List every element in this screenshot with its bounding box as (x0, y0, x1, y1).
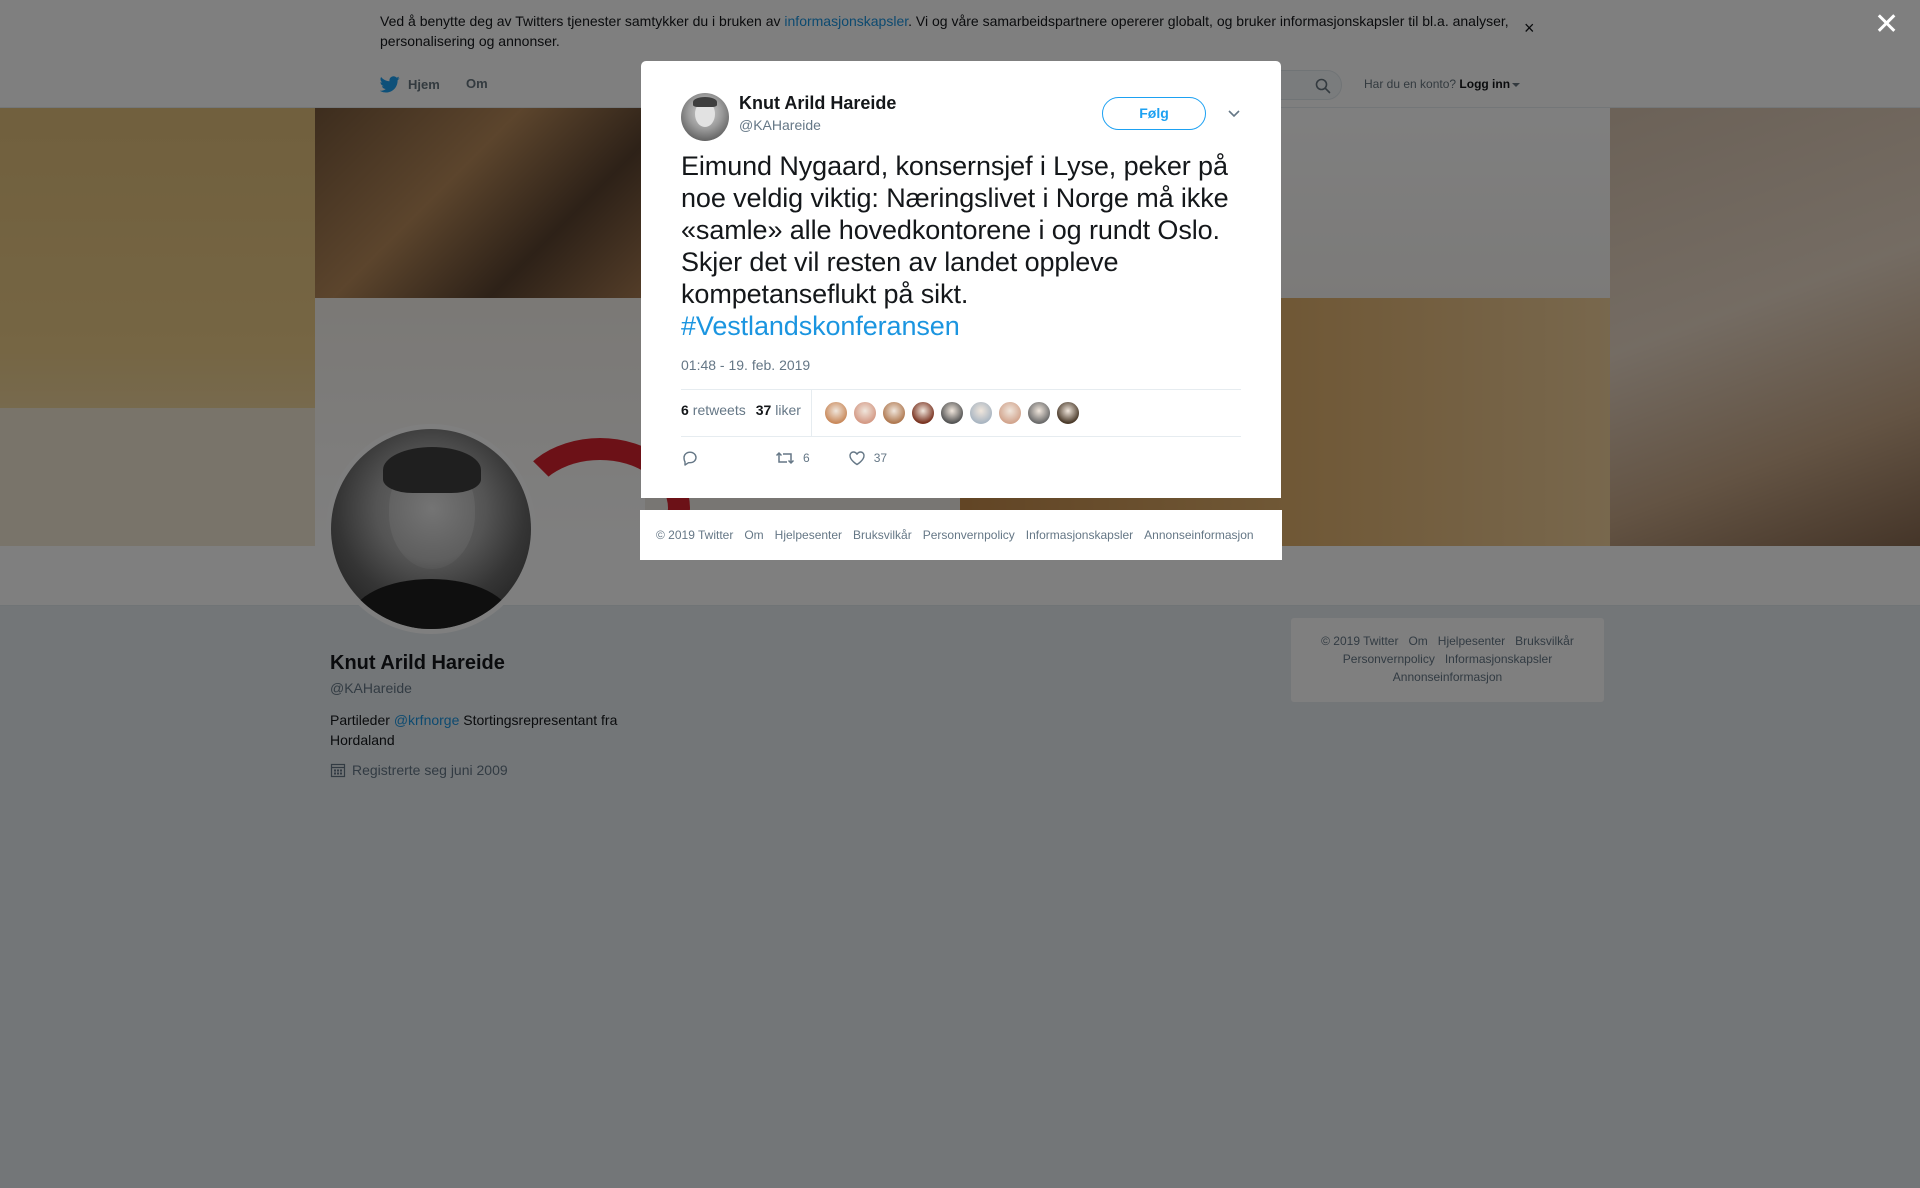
likes-label: liker (775, 402, 801, 418)
close-icon[interactable]: ✕ (1874, 10, 1899, 40)
divider (681, 436, 1241, 437)
hashtag-link[interactable]: #Vestlandskonferansen (681, 310, 1251, 342)
divider (681, 389, 1241, 390)
tweet-modal: Knut Arild Hareide @KAHareide Følg Eimun… (641, 61, 1281, 498)
likers-avatars (824, 401, 1085, 425)
tweet-author-name[interactable]: Knut Arild Hareide (739, 93, 896, 114)
tweet-stats: 6 retweets 37 liker (681, 402, 811, 418)
tweet-actions: 6 37 (681, 450, 925, 466)
modal-footer: © 2019 Twitter Om Hjelpesenter Bruksvilk… (640, 510, 1282, 560)
retweets-label: retweets (692, 402, 746, 418)
tweet-body: Eimund Nygaard, konsernsjef i Lyse, peke… (681, 151, 1229, 309)
avatar-hair (693, 97, 717, 107)
likes-count: 37 (755, 402, 772, 418)
liker-avatar[interactable] (998, 401, 1022, 425)
tweet-text: Eimund Nygaard, konsernsjef i Lyse, peke… (681, 150, 1251, 342)
like-count: 37 (873, 451, 888, 465)
tweet-author-avatar[interactable] (681, 93, 729, 141)
liker-avatar[interactable] (911, 401, 935, 425)
reply-icon (683, 451, 697, 466)
footer-link-terms[interactable]: Bruksvilkår (853, 528, 912, 542)
liker-avatar[interactable] (969, 401, 993, 425)
liker-avatar[interactable] (882, 401, 906, 425)
footer-link-ads-info[interactable]: Annonseinformasjon (1144, 528, 1253, 542)
liker-avatar[interactable] (1027, 401, 1051, 425)
liker-avatar[interactable] (940, 401, 964, 425)
tweet-timestamp[interactable]: 01:48 - 19. feb. 2019 (681, 357, 810, 373)
footer-link-help[interactable]: Hjelpesenter (775, 528, 842, 542)
reply-button[interactable] (681, 450, 707, 466)
retweet-count: 6 (803, 451, 810, 465)
liker-avatar[interactable] (853, 401, 877, 425)
likes-stat[interactable]: 37 liker (756, 402, 801, 418)
divider (811, 390, 812, 436)
heart-icon (848, 451, 865, 466)
follow-button[interactable]: Følg (1102, 97, 1206, 130)
retweets-count: 6 (681, 402, 689, 418)
retweets-stat[interactable]: 6 retweets (681, 402, 746, 418)
tweet-author-handle[interactable]: @KAHareide (739, 117, 821, 133)
retweet-icon (775, 451, 795, 465)
footer-link-privacy[interactable]: Personvernpolicy (923, 528, 1015, 542)
liker-avatar[interactable] (1056, 401, 1080, 425)
footer-copyright: © 2019 Twitter (656, 528, 734, 542)
retweet-button[interactable]: 6 (775, 450, 810, 466)
like-button[interactable]: 37 (848, 450, 887, 466)
footer-link-cookies[interactable]: Informasjonskapsler (1026, 528, 1133, 542)
liker-avatar[interactable] (824, 401, 848, 425)
chevron-down-icon[interactable] (1227, 105, 1241, 123)
footer-link-about[interactable]: Om (744, 528, 763, 542)
